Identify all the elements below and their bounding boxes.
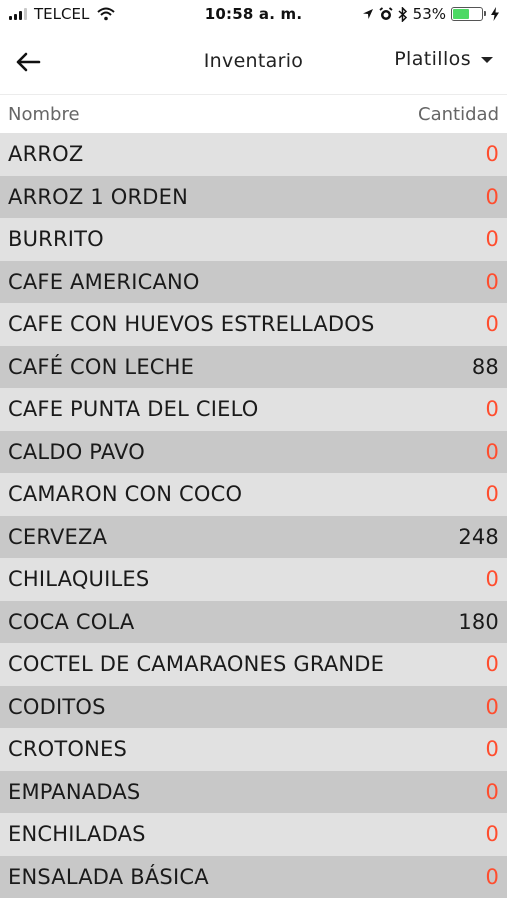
item-quantity: 0 (485, 142, 499, 166)
item-quantity: 0 (485, 227, 499, 251)
item-name: BURRITO (8, 227, 104, 251)
item-quantity: 0 (485, 779, 499, 804)
list-item[interactable]: ENCHILADAS 0 (0, 813, 507, 856)
list-item[interactable]: CAFE CON HUEVOS ESTRELLADOS 0 (0, 303, 507, 346)
list-item[interactable]: CODITOS 0 (0, 685, 507, 728)
back-arrow-icon (16, 52, 41, 72)
list-item[interactable]: CROTONES 0 (0, 728, 507, 771)
list-item[interactable]: CAMARON CON COCO 0 (0, 473, 507, 516)
back-button[interactable] (10, 46, 46, 78)
item-quantity: 0 (485, 864, 499, 889)
item-name: CALDO PAVO (8, 439, 145, 464)
battery-icon (451, 7, 486, 21)
list-item[interactable]: BURRITO 0 (0, 218, 507, 261)
item-quantity: 248 (458, 524, 499, 549)
item-name: CERVEZA (8, 524, 108, 549)
item-quantity: 0 (485, 482, 499, 506)
alarm-icon (379, 7, 393, 21)
item-quantity: 0 (485, 312, 499, 336)
bluetooth-icon (398, 6, 408, 22)
category-dropdown[interactable]: Platillos (394, 48, 493, 70)
column-header-name: Nombre (8, 104, 80, 125)
list-item[interactable]: CHILAQUILES 0 (0, 558, 507, 601)
item-name: CAMARON CON COCO (8, 482, 243, 506)
list-item[interactable]: COCTEL DE CAMARAONES GRANDE 0 (0, 643, 507, 686)
status-bar: TELCEL 10:58 a. m. 53% (0, 0, 507, 30)
item-name: COCA COLA (8, 609, 135, 634)
item-name: ARROZ (8, 142, 84, 166)
item-name: ARROZ 1 ORDEN (8, 184, 189, 209)
item-name: ENSALADA BÁSICA (8, 864, 209, 889)
item-quantity: 0 (485, 439, 499, 464)
status-right: 53% (362, 5, 499, 23)
item-quantity: 0 (485, 822, 499, 846)
item-name: ENCHILADAS (8, 822, 146, 846)
item-quantity: 180 (458, 609, 499, 634)
item-quantity: 0 (485, 269, 499, 294)
item-quantity: 0 (485, 567, 499, 591)
item-name: CAFE CON HUEVOS ESTRELLADOS (8, 312, 375, 336)
list-item[interactable]: CALDO PAVO 0 (0, 430, 507, 473)
item-quantity: 0 (485, 737, 499, 761)
item-quantity: 88 (471, 354, 499, 379)
list-item[interactable]: ENSALADA BÁSICA 0 (0, 855, 507, 898)
item-name: CAFE PUNTA DEL CIELO (8, 397, 259, 421)
item-name: EMPANADAS (8, 779, 141, 804)
column-header-quantity: Cantidad (418, 104, 499, 125)
list-item[interactable]: CAFÉ CON LECHE 88 (0, 345, 507, 388)
list-item[interactable]: ARROZ 1 ORDEN 0 (0, 175, 507, 218)
list-item[interactable]: EMPANADAS 0 (0, 770, 507, 813)
location-icon (362, 8, 374, 20)
item-quantity: 0 (485, 652, 499, 676)
item-name: COCTEL DE CAMARAONES GRANDE (8, 652, 385, 676)
item-name: CHILAQUILES (8, 567, 150, 591)
item-name: CROTONES (8, 737, 128, 761)
item-name: CAFE AMERICANO (8, 269, 200, 294)
battery-percent: 53% (412, 5, 446, 23)
list-item[interactable]: CERVEZA 248 (0, 515, 507, 558)
list-item[interactable]: CAFE AMERICANO 0 (0, 260, 507, 303)
chevron-down-icon (481, 57, 493, 63)
list-item[interactable]: ARROZ 0 (0, 133, 507, 176)
item-name: CAFÉ CON LECHE (8, 354, 195, 379)
list-item[interactable]: CAFE PUNTA DEL CIELO 0 (0, 388, 507, 431)
navigation-bar: Inventario Platillos (0, 30, 507, 95)
inventory-list: ARROZ 0 ARROZ 1 ORDEN 0 BURRITO 0 CAFE AMER… (0, 133, 507, 898)
item-quantity: 0 (485, 694, 499, 719)
category-dropdown-label: Platillos (394, 48, 471, 70)
list-item[interactable]: COCA COLA 180 (0, 600, 507, 643)
item-quantity: 0 (485, 397, 499, 421)
table-header: Nombre Cantidad (0, 95, 507, 133)
item-name: CODITOS (8, 694, 106, 719)
item-quantity: 0 (485, 184, 499, 209)
charging-icon (491, 7, 499, 21)
